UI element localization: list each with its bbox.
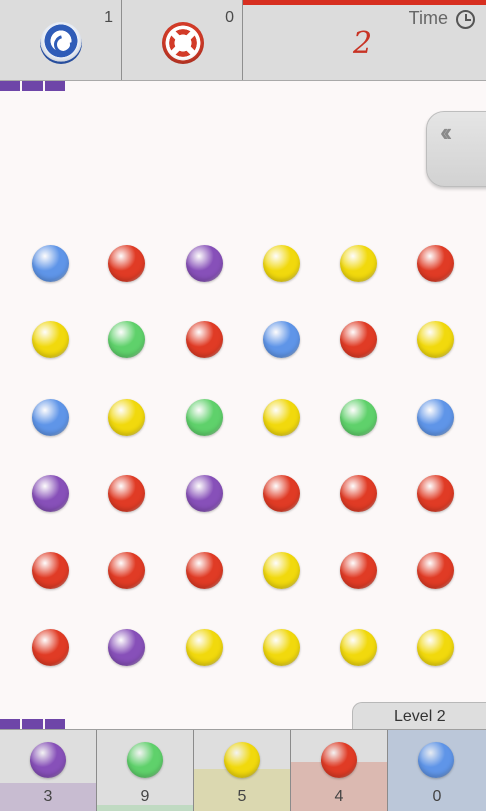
blue-dot-r3-c1[interactable] [32, 399, 69, 436]
red-dot-r4-c5[interactable] [340, 475, 377, 512]
goal-green-count: 9 [140, 788, 150, 805]
green-dot-r2-c2[interactable] [108, 321, 145, 358]
red-dot-r5-c2[interactable] [108, 552, 145, 589]
level-label: Level 2 [394, 708, 446, 725]
shuffle-powerup-button[interactable]: 1 [0, 0, 122, 80]
top-status-bar: 1 0 Time 2 [0, 0, 486, 81]
time-label: Time [408, 8, 448, 28]
purple-dot-r6-c2[interactable] [108, 629, 145, 666]
goal-red: 4 [291, 730, 388, 811]
goal-bar: 3 9 5 4 0 [0, 729, 486, 811]
red-dot-r5-c3[interactable] [186, 552, 223, 589]
shuffle-count: 1 [104, 9, 113, 26]
yellow-dot-r1-c4[interactable] [263, 245, 300, 282]
yellow-dot-r2-c1[interactable] [32, 321, 69, 358]
goal-yellow-count: 5 [237, 788, 247, 805]
clock-icon [456, 10, 475, 29]
red-dot-r1-c6[interactable] [417, 245, 454, 282]
timer-progress-bar [243, 0, 486, 5]
goal-yellow: 5 [194, 730, 291, 811]
red-dot-r5-c6[interactable] [417, 552, 454, 589]
purple-dot-r4-c3[interactable] [186, 475, 223, 512]
green-dot-r3-c3[interactable] [186, 399, 223, 436]
time-value: 2 [353, 26, 373, 61]
red-dot-r6-c1[interactable] [32, 629, 69, 666]
yellow-dot-r1-c5[interactable] [340, 245, 377, 282]
bottom-purple-marker [0, 719, 65, 729]
goal-purple: 3 [0, 730, 97, 811]
blue-dot-r3-c6[interactable] [417, 399, 454, 436]
red-dot-r4-c4[interactable] [263, 475, 300, 512]
red-dot-r5-c5[interactable] [340, 552, 377, 589]
goal-blue: 0 [388, 730, 486, 811]
bomb-count: 0 [225, 9, 234, 26]
red-dot-icon [321, 742, 357, 778]
blue-dot-r2-c4[interactable] [263, 321, 300, 358]
goal-purple-count: 3 [43, 788, 53, 805]
green-dot-icon [127, 742, 163, 778]
blue-dot-icon [418, 742, 454, 778]
purple-dot-r1-c3[interactable] [186, 245, 223, 282]
yellow-dot-icon [224, 742, 260, 778]
green-dot-r3-c5[interactable] [340, 399, 377, 436]
red-dot-r4-c6[interactable] [417, 475, 454, 512]
level-tab: Level 2 [352, 702, 486, 729]
yellow-dot-r6-c4[interactable] [263, 629, 300, 666]
bomb-icon [162, 22, 204, 64]
purple-dot-r4-c1[interactable] [32, 475, 69, 512]
yellow-dot-r6-c5[interactable] [340, 629, 377, 666]
collapse-panel-button[interactable]: ‹‹ [426, 111, 486, 187]
yellow-dot-r5-c4[interactable] [263, 552, 300, 589]
top-purple-marker [0, 81, 65, 91]
yellow-dot-r3-c4[interactable] [263, 399, 300, 436]
red-dot-r2-c5[interactable] [340, 321, 377, 358]
red-dot-r4-c2[interactable] [108, 475, 145, 512]
red-dot-r5-c1[interactable] [32, 552, 69, 589]
bomb-powerup-button[interactable]: 0 [122, 0, 243, 80]
shuffle-icon [40, 22, 82, 64]
double-chevron-left-icon: ‹‹ [440, 117, 453, 147]
red-dot-r1-c2[interactable] [108, 245, 145, 282]
yellow-dot-r6-c6[interactable] [417, 629, 454, 666]
yellow-dot-r6-c3[interactable] [186, 629, 223, 666]
timer-panel: Time 2 [243, 0, 486, 80]
yellow-dot-r3-c2[interactable] [108, 399, 145, 436]
red-dot-r2-c3[interactable] [186, 321, 223, 358]
blue-dot-r1-c1[interactable] [32, 245, 69, 282]
purple-dot-icon [30, 742, 66, 778]
yellow-dot-r2-c6[interactable] [417, 321, 454, 358]
goal-red-count: 4 [334, 788, 344, 805]
goal-blue-count: 0 [432, 788, 442, 805]
goal-green: 9 [97, 730, 194, 811]
